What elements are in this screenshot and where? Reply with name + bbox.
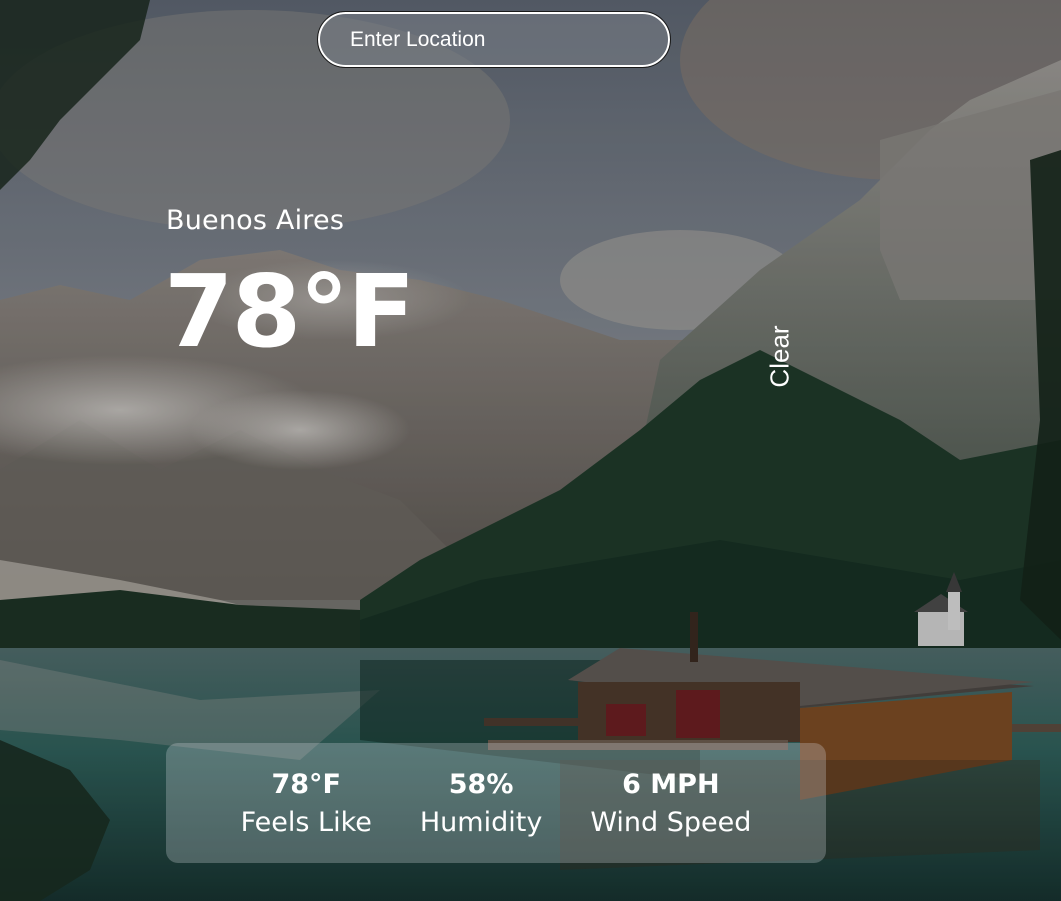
wind-speed-stat: 6 MPH Wind Speed — [590, 765, 751, 841]
weather-app: Buenos Aires 78°F Clear 78°F Feels Like … — [0, 0, 1061, 901]
location-search-box[interactable] — [317, 11, 671, 68]
current-temperature: 78°F — [164, 253, 415, 370]
wind-speed-value: 6 MPH — [622, 769, 720, 800]
weather-condition-label: Clear — [764, 324, 795, 388]
humidity-label: Humidity — [419, 807, 543, 838]
weather-condition: Clear — [760, 318, 800, 394]
feels-like-value: 78°F — [271, 769, 341, 800]
feels-like-stat: 78°F Feels Like — [241, 765, 372, 841]
weather-details-panel: 78°F Feels Like 58% Humidity 6 MPH Wind … — [166, 743, 826, 863]
wind-speed-label: Wind Speed — [590, 807, 752, 838]
humidity-stat: 58% Humidity — [420, 765, 542, 841]
feels-like-label: Feels Like — [240, 807, 372, 838]
location-name: Buenos Aires — [166, 205, 345, 236]
humidity-value: 58% — [448, 769, 514, 800]
location-search-input[interactable] — [350, 27, 650, 52]
